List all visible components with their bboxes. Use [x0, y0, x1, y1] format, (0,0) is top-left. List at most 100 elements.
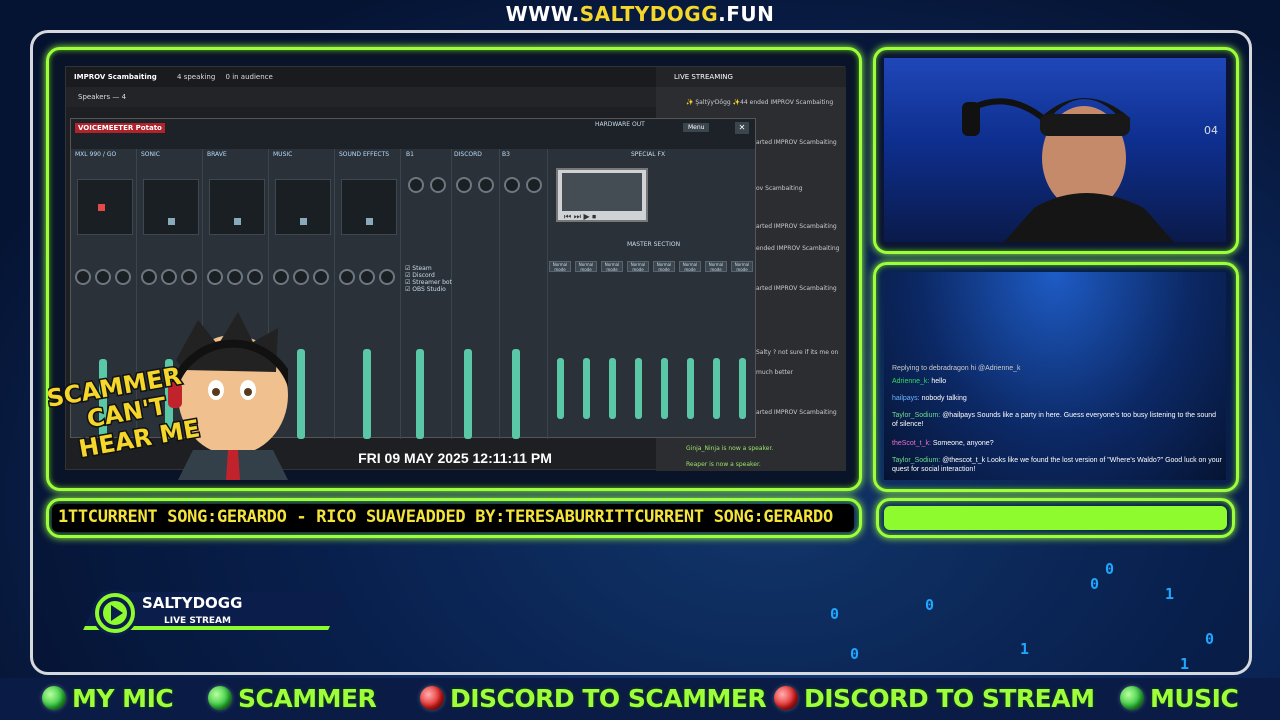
chat-username[interactable]: theScot_t_k:	[892, 440, 931, 447]
master-fader[interactable]	[739, 358, 746, 419]
status-led	[774, 686, 798, 710]
knob[interactable]	[273, 269, 289, 285]
master-mode-button[interactable]: Normal mode	[731, 261, 753, 272]
close-icon[interactable]: ✕	[735, 122, 749, 134]
chat-text: nobody talking	[921, 395, 967, 402]
pan-cursor[interactable]	[98, 204, 105, 211]
chat-reply-context: Replying to debradragon hi @Adrienne_k	[892, 365, 1021, 372]
logo-name: SALTYDOGG	[142, 594, 243, 612]
gain-fader[interactable]	[363, 349, 371, 439]
bus-strip: B3	[500, 149, 548, 439]
virtual-input[interactable]: ☑ Streamer bot	[405, 279, 543, 286]
binary-digit: 1	[1165, 585, 1175, 603]
url-domain: SALTYDOGG	[579, 2, 719, 26]
stream-overlay: WWW.SALTYDOGG.FUN 0 0 1 0 1 0 0 0 1 IMPR…	[0, 0, 1280, 720]
knob[interactable]	[207, 269, 223, 285]
virtual-input-list: ☑ Steam ☑ Discord ☑ Streamer bot ☑ OBS S…	[405, 265, 543, 293]
date-time: FRI 09 MAY 2025 12:11:11 PM	[358, 450, 552, 466]
url-prefix: WWW.	[505, 2, 580, 26]
strip-label: MXL 990 / GO	[75, 151, 117, 158]
cassette-recorder: ⏮ ⏭ ▶ ⏹	[556, 168, 648, 222]
strip-label: BRAVE	[207, 151, 227, 158]
knob[interactable]	[75, 269, 91, 285]
event-item: Salty ? not sure if its me on	[756, 349, 839, 356]
eq-knob[interactable]	[478, 177, 494, 193]
knob[interactable]	[313, 269, 329, 285]
master-section-label: MASTER SECTION	[627, 241, 681, 248]
master-fader[interactable]	[609, 358, 616, 419]
master-mode-button[interactable]: Normal mode	[601, 261, 623, 272]
knob[interactable]	[339, 269, 355, 285]
chat-message: Adrienne_k: hello	[892, 377, 1222, 386]
pan-cursor[interactable]	[234, 218, 241, 225]
bus-fader[interactable]	[512, 349, 520, 439]
status-led	[420, 686, 444, 710]
play-icon	[92, 590, 138, 636]
transport-controls[interactable]: ⏮ ⏭ ▶ ⏹	[564, 212, 596, 222]
bus-fader[interactable]	[464, 349, 472, 439]
master-fader[interactable]	[687, 358, 694, 419]
knob[interactable]	[95, 269, 111, 285]
knob[interactable]	[359, 269, 375, 285]
knob[interactable]	[181, 269, 197, 285]
master-mode-button[interactable]: Normal mode	[679, 261, 701, 272]
eq-knob[interactable]	[504, 177, 520, 193]
indicator-scammer: SCAMMER	[208, 680, 377, 716]
chat-message: Taylor_Sodium: @hailpays Sounds like a p…	[892, 411, 1222, 429]
master-fader[interactable]	[635, 358, 642, 419]
chat-username[interactable]: Taylor_Sodium:	[892, 457, 940, 464]
chat-text: @thescot_t_k Looks like we found the los…	[892, 457, 1222, 473]
mascot-pupil	[212, 388, 220, 396]
chat-username[interactable]: hailpays:	[892, 395, 920, 402]
pan-pad[interactable]	[77, 179, 133, 235]
wall-number: 04	[1204, 124, 1218, 137]
knob[interactable]	[247, 269, 263, 285]
menu-button[interactable]: Menu	[683, 123, 710, 132]
knob[interactable]	[227, 269, 243, 285]
pan-pad[interactable]	[275, 179, 331, 235]
eq-knob[interactable]	[456, 177, 472, 193]
pan-pad[interactable]	[143, 179, 199, 235]
knob[interactable]	[115, 269, 131, 285]
master-fader[interactable]	[557, 358, 564, 419]
bus-fader[interactable]	[416, 349, 424, 439]
chat-username[interactable]: Taylor_Sodium:	[892, 412, 940, 419]
pan-pad[interactable]	[341, 179, 397, 235]
master-fader[interactable]	[583, 358, 590, 419]
event-item: ended IMPROV Scambaiting	[756, 245, 840, 252]
bus-label: B3	[502, 151, 510, 158]
virtual-input[interactable]: ☑ OBS Studio	[405, 286, 543, 293]
gain-fader[interactable]	[297, 349, 305, 439]
master-fader[interactable]	[713, 358, 720, 419]
knob[interactable]	[161, 269, 177, 285]
event-item: Ginja_Ninja is now a speaker.	[686, 445, 774, 452]
virtual-input[interactable]: ☑ Discord	[405, 272, 543, 279]
master-mode-button[interactable]: Normal mode	[653, 261, 675, 272]
event-item: arted IMPROV Scambaiting	[756, 285, 837, 292]
knob[interactable]	[141, 269, 157, 285]
event-item: much better	[756, 369, 794, 376]
cassette-tape	[562, 173, 642, 211]
eq-knob[interactable]	[408, 177, 424, 193]
song-ticker: 1TTCURRENT SONG:GERARDO - RICO SUAVEADDE…	[52, 504, 854, 532]
bus-label: DISCORD	[454, 151, 482, 158]
master-mode-button[interactable]: Normal mode	[705, 261, 727, 272]
pan-cursor[interactable]	[168, 218, 175, 225]
speaking-count: 4 speaking	[177, 73, 216, 81]
eq-knob[interactable]	[430, 177, 446, 193]
chat-username[interactable]: Adrienne_k:	[892, 378, 929, 385]
pan-pad[interactable]	[209, 179, 265, 235]
eq-knob[interactable]	[526, 177, 542, 193]
master-fader[interactable]	[661, 358, 668, 419]
master-mode-button[interactable]: Normal mode	[627, 261, 649, 272]
knob[interactable]	[293, 269, 309, 285]
knob[interactable]	[379, 269, 395, 285]
virtual-input[interactable]: ☑ Steam	[405, 265, 543, 272]
pan-cursor[interactable]	[366, 218, 373, 225]
master-mode-button[interactable]: Normal mode	[549, 261, 571, 272]
binary-digit: 0	[1090, 575, 1100, 593]
pan-cursor[interactable]	[300, 218, 307, 225]
mascot-badge: SCAMMER CAN'T HEAR ME	[48, 312, 288, 480]
microphone-icon	[962, 102, 980, 136]
master-mode-button[interactable]: Normal mode	[575, 261, 597, 272]
